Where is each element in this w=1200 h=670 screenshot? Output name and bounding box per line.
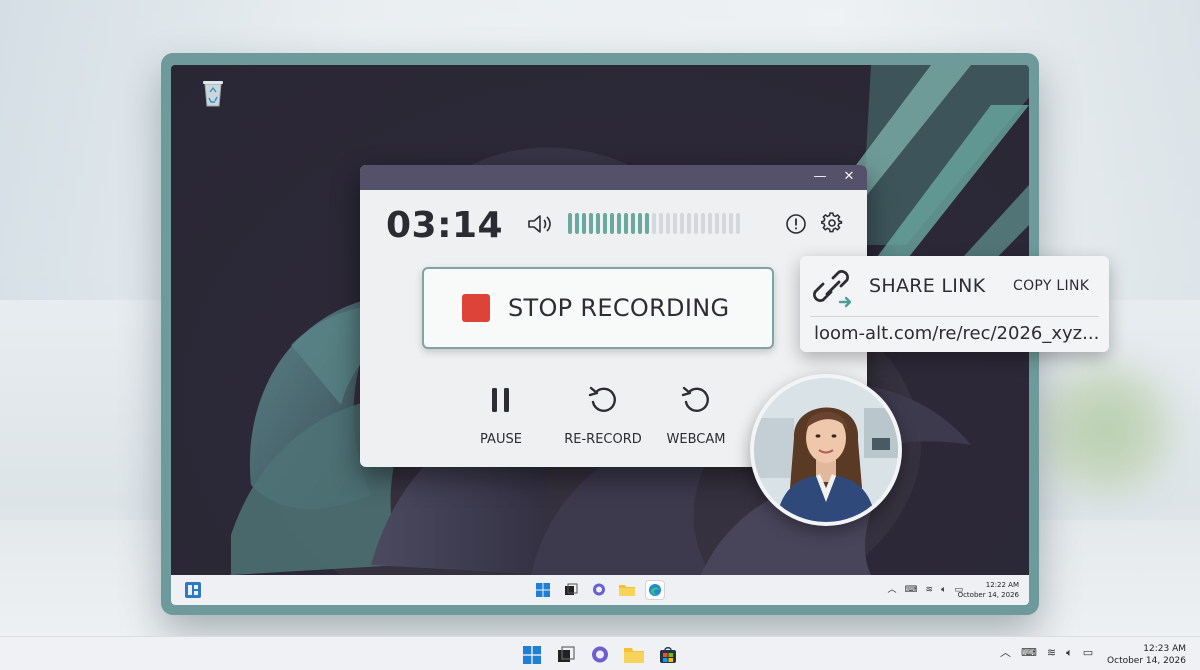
host-clock-time: 12:23 AM [1143, 644, 1186, 654]
link-icon [812, 266, 858, 314]
widgets-icon[interactable] [185, 582, 201, 598]
minimize-button[interactable]: — [810, 168, 830, 186]
recorder-titlebar[interactable]: — ✕ [360, 165, 867, 190]
gear-icon[interactable] [820, 212, 843, 238]
webcam-person-image [754, 378, 898, 522]
audio-level-bar [596, 213, 600, 234]
pause-label: PAUSE [480, 432, 522, 447]
pause-button[interactable]: PAUSE [453, 380, 549, 447]
audio-level-bar [575, 213, 579, 234]
audio-level-bar [729, 213, 733, 234]
audio-level-bar [659, 213, 663, 234]
refresh-icon [648, 380, 744, 420]
speaker-icon[interactable] [527, 213, 555, 239]
chat-icon[interactable] [589, 644, 611, 666]
stop-recording-label: STOP RECORDING [508, 294, 730, 322]
share-url-field[interactable]: loom-alt.com/re/rec/2026_xyz... [814, 323, 1099, 344]
re-record-button[interactable]: RE-RECORD [555, 380, 651, 447]
audio-level-bar [708, 213, 712, 234]
audio-level-bar [694, 213, 698, 234]
stop-icon [462, 294, 490, 322]
audio-level-bar [736, 213, 740, 234]
edge-icon[interactable] [645, 580, 665, 600]
desktop-taskbar-apps [533, 580, 665, 600]
audio-level-bar [673, 213, 677, 234]
desktop-clock-time: 12:22 AM [985, 581, 1019, 589]
audio-level-bar [715, 213, 719, 234]
audio-level-bar [610, 213, 614, 234]
webcam-button[interactable]: WEBCAM [648, 380, 744, 447]
audio-level-bar [687, 213, 691, 234]
desktop-clock[interactable]: 12:22 AM October 14, 2026 [958, 580, 1019, 600]
host-taskbar: ︿ ⌨ ≋ 🔈︎ ▭ 12:23 AM October 14, 2026 [0, 636, 1200, 670]
share-link-title: SHARE LINK [869, 275, 986, 297]
windows-start-icon[interactable] [521, 644, 543, 666]
share-divider [810, 316, 1099, 317]
webcam-preview[interactable] [750, 374, 902, 526]
chevron-up-icon[interactable]: ︿ [888, 584, 897, 596]
volume-icon[interactable]: 🔈︎ [1066, 647, 1073, 659]
audio-level-bar [617, 213, 621, 234]
desktop-taskbar: ︿ ⌨ ≋ 🔈︎ ▭ 12:22 AM October 14, 2026 [171, 575, 1029, 605]
undo-arrow-icon [555, 380, 651, 420]
audio-level-bar [680, 213, 684, 234]
audio-level-bar [722, 213, 726, 234]
audio-level-bar [652, 213, 656, 234]
stop-recording-button[interactable]: STOP RECORDING [422, 267, 774, 349]
alert-icon[interactable] [785, 213, 807, 239]
host-taskbar-apps [521, 644, 679, 666]
audio-level-meter [568, 213, 740, 234]
task-view-icon[interactable] [555, 644, 577, 666]
task-view-icon[interactable] [561, 580, 581, 600]
close-button[interactable]: ✕ [839, 168, 859, 186]
windows-start-icon[interactable] [533, 580, 553, 600]
audio-level-bar [624, 213, 628, 234]
share-link-panel: SHARE LINK COPY LINK loom-alt.com/re/rec… [800, 256, 1109, 352]
wifi-icon[interactable]: ≋ [926, 584, 934, 596]
chevron-up-icon[interactable]: ︿ [1000, 647, 1011, 659]
audio-level-bar [589, 213, 593, 234]
audio-level-bar [603, 213, 607, 234]
wifi-icon[interactable]: ≋ [1047, 647, 1056, 659]
desktop-clock-date: October 14, 2026 [957, 591, 1019, 599]
re-record-label: RE-RECORD [564, 432, 642, 447]
store-icon[interactable] [657, 644, 679, 666]
chat-icon[interactable] [589, 580, 609, 600]
file-explorer-icon[interactable] [617, 580, 637, 600]
host-system-tray: ︿ ⌨ ≋ 🔈︎ ▭ [1000, 647, 1093, 659]
desktop-system-tray: ︿ ⌨ ≋ 🔈︎ ▭ [888, 584, 963, 596]
battery-icon[interactable]: ▭ [1083, 647, 1093, 659]
audio-level-bar [666, 213, 670, 234]
volume-icon[interactable]: 🔈︎ [941, 584, 946, 596]
copy-link-button[interactable]: COPY LINK [1013, 278, 1089, 294]
audio-level-bar [568, 213, 572, 234]
audio-level-bar [631, 213, 635, 234]
keyboard-icon[interactable]: ⌨ [905, 584, 918, 596]
webcam-label: WEBCAM [666, 432, 726, 447]
audio-level-bar [638, 213, 642, 234]
audio-level-bar [645, 213, 649, 234]
audio-level-bar [582, 213, 586, 234]
recording-timer: 03:14 [386, 205, 504, 246]
background-plant [1020, 360, 1190, 500]
audio-level-bar [701, 213, 705, 234]
keyboard-icon[interactable]: ⌨ [1021, 647, 1037, 659]
file-explorer-icon[interactable] [623, 644, 645, 666]
host-clock-date: October 14, 2026 [1107, 656, 1186, 666]
recycle-bin-icon[interactable] [197, 75, 229, 109]
host-clock[interactable]: 12:23 AM October 14, 2026 [1107, 643, 1186, 667]
pause-icon [453, 380, 549, 420]
